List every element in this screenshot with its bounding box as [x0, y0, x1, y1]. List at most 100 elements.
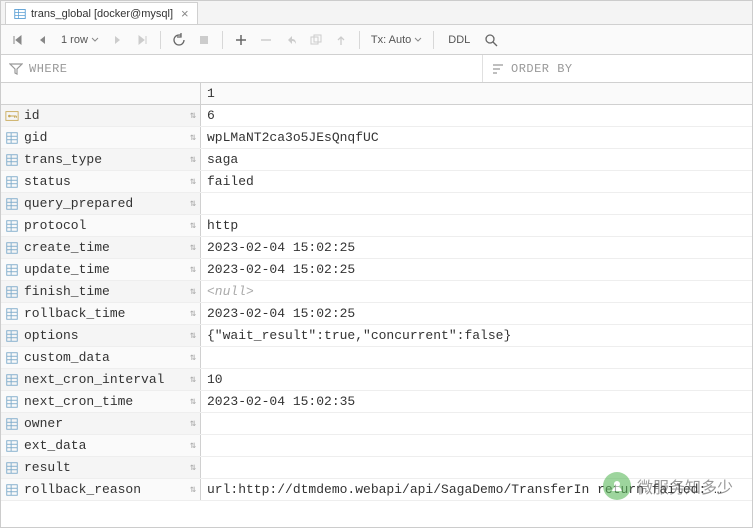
field-value[interactable]: 2023-02-04 15:02:25 [201, 303, 752, 324]
field-value[interactable]: failed [201, 171, 752, 192]
row-handle[interactable]: protocol⇅ [1, 215, 201, 236]
last-row-button[interactable] [131, 29, 153, 51]
sort-icon[interactable]: ⇅ [190, 396, 196, 408]
ddl-button[interactable]: DDL [441, 31, 477, 49]
field-value[interactable]: 2023-02-04 15:02:25 [201, 237, 752, 258]
field-row[interactable]: next_cron_time ⇅ 2023-02-04 15:02:35 [1, 391, 752, 413]
row-handle[interactable]: update_time⇅ [1, 259, 201, 280]
field-row[interactable]: ext_data⇅ [1, 435, 752, 457]
revert-button[interactable] [280, 29, 302, 51]
field-row[interactable]: custom_data⇅ [1, 347, 752, 369]
first-row-button[interactable] [7, 29, 29, 51]
field-row[interactable]: gid⇅wpLMaNT2ca3o5JEsQnqfUC [1, 127, 752, 149]
row-handle[interactable]: options ⇅ [1, 325, 201, 346]
field-name: status [24, 174, 71, 189]
field-name: result [24, 460, 71, 475]
tab-title: trans_global [docker@mysql] [31, 8, 173, 20]
row-handle[interactable]: finish_time⇅ [1, 281, 201, 302]
field-value[interactable]: {"wait_result":true,"concurrent":false} [201, 325, 752, 346]
field-value[interactable] [201, 193, 752, 214]
field-row[interactable]: owner⇅ [1, 413, 752, 435]
row-handle[interactable]: trans_type⇅ [1, 149, 201, 170]
field-row[interactable]: trans_type⇅saga [1, 149, 752, 171]
field-value[interactable] [201, 457, 752, 478]
add-row-button[interactable] [230, 29, 252, 51]
field-value[interactable]: http [201, 215, 752, 236]
field-row[interactable]: finish_time⇅<null> [1, 281, 752, 303]
sort-icon[interactable]: ⇅ [190, 132, 196, 144]
sort-icon[interactable]: ⇅ [190, 264, 196, 276]
field-value[interactable] [201, 435, 752, 456]
field-name: id [24, 108, 40, 123]
sort-icon[interactable]: ⇅ [190, 242, 196, 254]
delete-row-button[interactable] [255, 29, 277, 51]
orderby-filter[interactable]: ORDER BY [483, 55, 752, 82]
field-row[interactable]: query_prepared⇅ [1, 193, 752, 215]
sort-icon[interactable]: ⇅ [190, 484, 196, 496]
row-handle[interactable]: custom_data⇅ [1, 347, 201, 368]
where-filter[interactable]: WHERE [1, 55, 483, 82]
clone-row-button[interactable] [305, 29, 327, 51]
field-row[interactable]: id ⇅ 6 [1, 105, 752, 127]
field-row[interactable]: protocol⇅http [1, 215, 752, 237]
field-row[interactable]: update_time⇅2023-02-04 15:02:25 [1, 259, 752, 281]
field-row[interactable]: options ⇅ {"wait_result":true,"concurrent"… [1, 325, 752, 347]
field-value[interactable]: saga [201, 149, 752, 170]
field-row[interactable]: rollback_reason⇅url:http://dtmdemo.webap… [1, 479, 752, 501]
field-value[interactable]: 6 [201, 105, 752, 126]
field-name: next_cron_time [24, 394, 133, 409]
field-row[interactable]: result ⇅ [1, 457, 752, 479]
sort-icon[interactable]: ⇅ [190, 220, 196, 232]
stop-button[interactable] [193, 29, 215, 51]
field-name: rollback_time [24, 306, 125, 321]
row-handle[interactable]: ext_data⇅ [1, 435, 201, 456]
sort-icon[interactable]: ⇅ [190, 286, 196, 298]
tx-mode-dropdown[interactable]: Tx: Auto [367, 34, 426, 46]
row-handle[interactable]: id ⇅ [1, 105, 201, 126]
row-handle[interactable]: rollback_reason⇅ [1, 479, 201, 500]
sort-icon[interactable]: ⇅ [190, 154, 196, 166]
sort-icon[interactable]: ⇅ [190, 308, 196, 320]
field-value[interactable] [201, 347, 752, 368]
row-handle[interactable]: gid⇅ [1, 127, 201, 148]
sort-icon[interactable]: ⇅ [190, 462, 196, 474]
sort-icon[interactable]: ⇅ [190, 418, 196, 430]
field-value[interactable] [201, 413, 752, 434]
sort-icon[interactable]: ⇅ [190, 198, 196, 210]
row-handle[interactable]: query_prepared⇅ [1, 193, 201, 214]
row-count-label[interactable]: 1 row [57, 34, 103, 46]
field-value[interactable]: 2023-02-04 15:02:35 [201, 391, 752, 412]
field-row[interactable]: rollback_time ⇅ 2023-02-04 15:02:25 [1, 303, 752, 325]
sort-icon[interactable]: ⇅ [190, 352, 196, 364]
row-handle[interactable]: rollback_time ⇅ [1, 303, 201, 324]
row-handle[interactable]: create_time⇅ [1, 237, 201, 258]
field-value[interactable]: wpLMaNT2ca3o5JEsQnqfUC [201, 127, 752, 148]
sort-icon[interactable]: ⇅ [190, 176, 196, 188]
field-value[interactable]: 2023-02-04 15:02:25 [201, 259, 752, 280]
corner-cell [1, 83, 201, 104]
field-row[interactable]: next_cron_interval⇅10 [1, 369, 752, 391]
row-handle[interactable]: next_cron_time ⇅ [1, 391, 201, 412]
sort-icon[interactable]: ⇅ [190, 440, 196, 452]
field-value[interactable]: <null> [201, 281, 752, 302]
row-handle[interactable]: next_cron_interval⇅ [1, 369, 201, 390]
editor-tab[interactable]: trans_global [docker@mysql] × [5, 2, 198, 24]
column-header[interactable]: 1 [201, 83, 752, 104]
close-icon[interactable]: × [181, 7, 189, 20]
sort-icon[interactable]: ⇅ [190, 110, 196, 122]
row-handle[interactable]: result ⇅ [1, 457, 201, 478]
field-row[interactable]: create_time⇅2023-02-04 15:02:25 [1, 237, 752, 259]
next-row-button[interactable] [106, 29, 128, 51]
row-handle[interactable]: owner⇅ [1, 413, 201, 434]
commit-button[interactable] [330, 29, 352, 51]
field-value[interactable]: url:http://dtmdemo.webapi/api/SagaDemo/T… [201, 479, 752, 500]
field-name: options [24, 328, 79, 343]
row-handle[interactable]: status ⇅ [1, 171, 201, 192]
field-value[interactable]: 10 [201, 369, 752, 390]
sort-icon[interactable]: ⇅ [190, 374, 196, 386]
search-button[interactable] [480, 29, 502, 51]
field-row[interactable]: status ⇅ failed [1, 171, 752, 193]
reload-button[interactable] [168, 29, 190, 51]
sort-icon[interactable]: ⇅ [190, 330, 196, 342]
prev-row-button[interactable] [32, 29, 54, 51]
